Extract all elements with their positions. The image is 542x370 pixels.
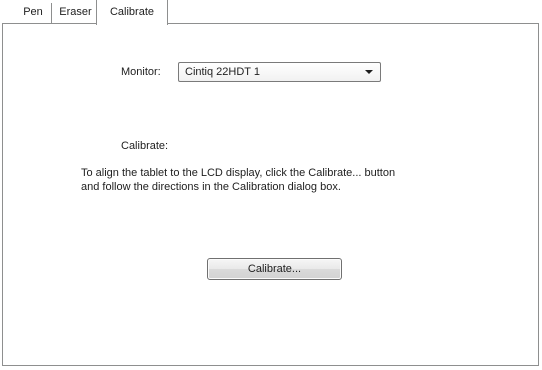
instructions-line-1: To align the tablet to the LCD display, … [81, 167, 396, 179]
instructions-line-2: and follow the directions in the Calibra… [81, 181, 341, 193]
calibrate-button[interactable]: Calibrate... [207, 258, 342, 280]
tab-pen-label: Pen [23, 6, 43, 18]
tab-pen[interactable]: Pen [18, 0, 48, 24]
tab-calibrate[interactable]: Calibrate [96, 0, 168, 25]
chevron-down-icon [365, 70, 373, 74]
active-tab-join [97, 23, 167, 25]
tab-strip: Pen Eraser Calibrate [0, 0, 542, 25]
tab-eraser[interactable]: Eraser [55, 0, 96, 24]
tab-separator [51, 3, 52, 24]
calibrate-heading: Calibrate: [121, 140, 169, 152]
monitor-select[interactable]: Cintiq 22HDT 1 [178, 62, 381, 82]
tab-eraser-label: Eraser [59, 6, 92, 18]
monitor-label: Monitor: [121, 66, 161, 78]
calibrate-tab-window: Pen Eraser Calibrate Monitor: Cintiq 22H… [0, 0, 542, 370]
monitor-select-value: Cintiq 22HDT 1 [185, 66, 260, 78]
tab-calibrate-label: Calibrate [109, 6, 155, 18]
